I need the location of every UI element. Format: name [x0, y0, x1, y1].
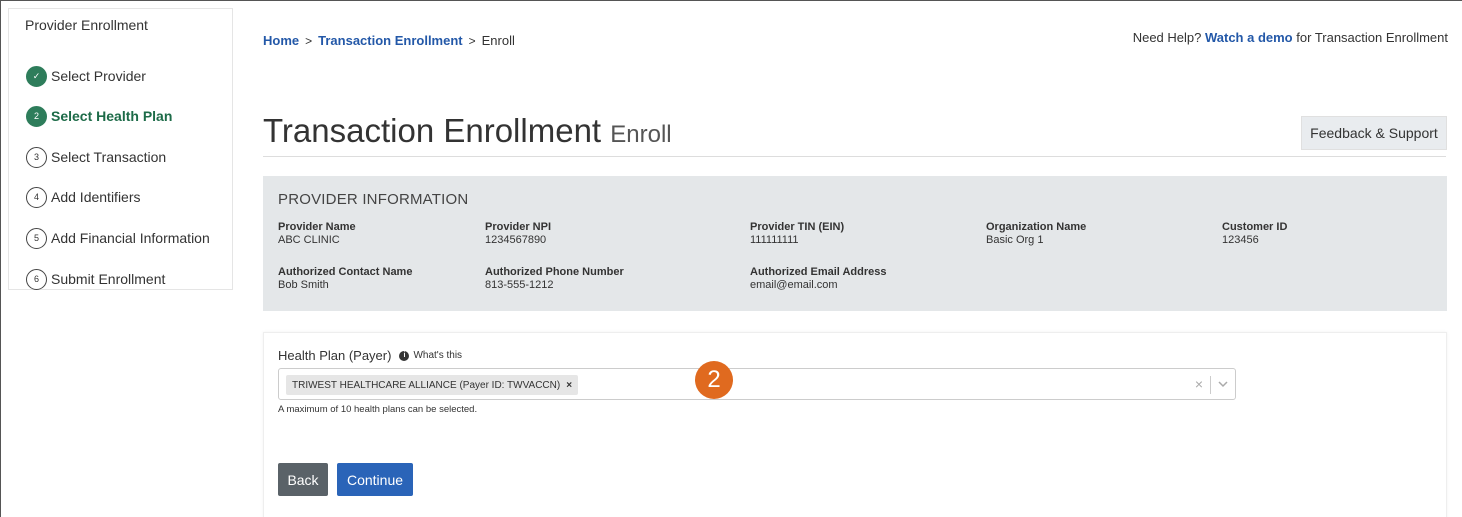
step-add-financial-information[interactable]: 5 Add Financial Information [26, 226, 210, 250]
step-label: Select Health Plan [51, 108, 173, 124]
breadcrumb: Home > Transaction Enrollment > Enroll [263, 33, 515, 48]
field-label: Authorized Phone Number [485, 266, 624, 278]
provider-tin-field: Provider TIN (EIN) 111111111 [750, 221, 844, 246]
chevron-down-icon[interactable] [1217, 375, 1229, 396]
provider-information-heading: PROVIDER INFORMATION [278, 191, 469, 208]
step-select-health-plan[interactable]: 2 Select Health Plan [26, 104, 172, 128]
step-number-icon: 3 [26, 146, 47, 168]
field-label: Organization Name [986, 221, 1087, 233]
page-subtitle: Enroll [610, 121, 672, 148]
field-value: ABC CLINIC [278, 234, 340, 246]
select-divider [1210, 376, 1211, 394]
help-text: Need Help? Watch a demo for Transaction … [1133, 30, 1448, 45]
field-value: 123456 [1222, 234, 1259, 246]
field-value: Basic Org 1 [986, 234, 1044, 246]
breadcrumb-transaction-enrollment-link[interactable]: Transaction Enrollment [318, 33, 462, 48]
breadcrumb-home-link[interactable]: Home [263, 33, 299, 48]
step-number-icon: 4 [26, 186, 47, 208]
info-icon[interactable]: i [399, 350, 410, 361]
authorized-email-address-field: Authorized Email Address email@email.com [750, 266, 887, 291]
field-value: email@email.com [750, 279, 838, 291]
step-number-icon: 5 [26, 227, 47, 249]
selected-health-plan-chip: TRIWEST HEALTHCARE ALLIANCE (Payer ID: T… [286, 375, 579, 395]
chip-label: TRIWEST HEALTHCARE ALLIANCE (Payer ID: T… [292, 379, 561, 391]
step-add-identifiers[interactable]: 4 Add Identifiers [26, 185, 141, 209]
title-divider [263, 156, 1446, 157]
step-label: Add Identifiers [51, 189, 141, 205]
page-title: Transaction Enrollment Enroll [263, 112, 672, 150]
field-label: Authorized Contact Name [278, 266, 413, 278]
help-suffix: for Transaction Enrollment [1296, 30, 1448, 45]
breadcrumb-separator: > [468, 33, 476, 48]
provider-npi-field: Provider NPI 1234567890 [485, 221, 551, 246]
organization-name-field: Organization Name Basic Org 1 [986, 221, 1086, 246]
help-prefix: Need Help? [1132, 30, 1202, 45]
step-label: Select Transaction [51, 149, 167, 165]
clear-icon[interactable]: × [1195, 376, 1203, 392]
step-label: Add Financial Information [51, 230, 210, 246]
health-plan-label-row: Health Plan (Payer) i What's this [278, 348, 462, 363]
check-icon: ✓ [26, 65, 47, 87]
health-plan-hint: A maximum of 10 health plans can be sele… [278, 404, 478, 415]
back-button[interactable]: Back [278, 463, 328, 496]
step-label: Select Provider [51, 68, 146, 84]
field-label: Authorized Email Address [750, 266, 887, 278]
breadcrumb-separator: > [305, 33, 313, 48]
breadcrumb-current: Enroll [481, 33, 515, 48]
customer-id-field: Customer ID 123456 [1222, 221, 1287, 246]
authorized-contact-name-field: Authorized Contact Name Bob Smith [278, 266, 412, 291]
health-plan-form: Health Plan (Payer) i What's this TRIWES… [263, 332, 1447, 517]
whats-this-link[interactable]: What's this [413, 350, 462, 361]
step-select-provider[interactable]: ✓ Select Provider [26, 64, 146, 88]
step-submit-enrollment[interactable]: 6 Submit Enrollment [26, 267, 165, 291]
step-label: Submit Enrollment [51, 271, 166, 287]
callout-badge: 2 [695, 361, 733, 399]
field-value: 813-555-1212 [485, 279, 554, 291]
step-number-icon: 2 [26, 105, 47, 127]
health-plan-select[interactable]: TRIWEST HEALTHCARE ALLIANCE (Payer ID: T… [278, 368, 1236, 400]
watch-demo-link[interactable]: Watch a demo [1205, 30, 1293, 45]
field-label: Customer ID [1222, 221, 1288, 233]
provider-information-panel: PROVIDER INFORMATION Provider Name ABC C… [263, 176, 1447, 311]
continue-button[interactable]: Continue [337, 463, 413, 496]
enrollment-steps-sidebar: Provider Enrollment ✓ Select Provider 2 … [8, 8, 233, 290]
provider-name-field: Provider Name ABC CLINIC [278, 221, 356, 246]
step-number-icon: 6 [26, 268, 47, 290]
field-value: Bob Smith [278, 279, 329, 291]
field-label: Provider TIN (EIN) [750, 221, 845, 233]
field-label: Provider Name [278, 221, 356, 233]
chip-remove-icon[interactable]: × [566, 380, 572, 391]
feedback-support-button[interactable]: Feedback & Support [1301, 116, 1447, 150]
sidebar-title: Provider Enrollment [25, 17, 148, 33]
page-title-text: Transaction Enrollment [263, 112, 602, 149]
health-plan-label: Health Plan (Payer) [278, 348, 392, 363]
authorized-phone-number-field: Authorized Phone Number 813-555-1212 [485, 266, 624, 291]
field-value: 1234567890 [485, 234, 547, 246]
field-value: 111111111 [750, 234, 799, 246]
field-label: Provider NPI [485, 221, 552, 233]
step-select-transaction[interactable]: 3 Select Transaction [26, 145, 166, 169]
